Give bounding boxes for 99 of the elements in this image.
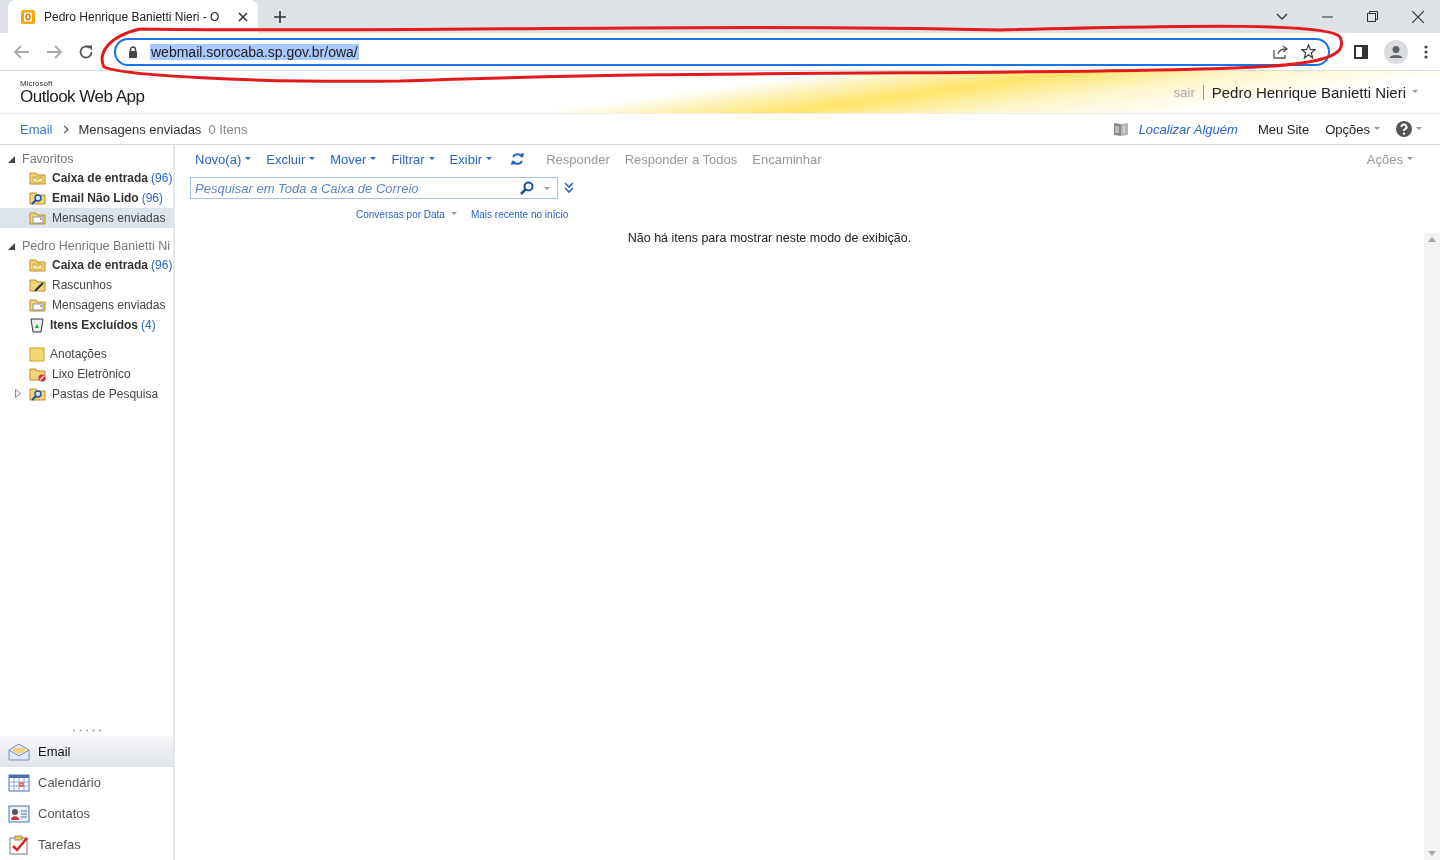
folder-item[interactable]: Email Não Lido (96) xyxy=(0,188,173,208)
caret-icon[interactable] xyxy=(450,212,457,216)
folder-item[interactable]: Mensagens enviadas xyxy=(0,208,173,228)
caret-icon[interactable] xyxy=(309,157,316,161)
toolbar-button[interactable]: Filtrar xyxy=(385,151,441,167)
folder-item[interactable]: Pastas de Pesquisa xyxy=(0,384,173,404)
expand-search-icon[interactable] xyxy=(564,182,574,194)
star-icon[interactable] xyxy=(1301,44,1316,59)
item-count: 0 Itens xyxy=(208,121,248,137)
task-clipboard-icon xyxy=(8,834,30,855)
module-tab[interactable]: Contatos xyxy=(0,798,173,829)
folder-icon xyxy=(29,386,47,402)
folder-name: Email Não Lido xyxy=(52,191,139,205)
folder-icon xyxy=(29,257,47,273)
folder-name: Mensagens enviadas xyxy=(52,298,166,312)
address-book-icon[interactable] xyxy=(1112,121,1129,137)
arrange-by-menu[interactable]: Conversas por Data xyxy=(356,208,457,220)
caret-icon[interactable] xyxy=(370,157,377,161)
tab-title: Pedro Henrique Banietti Nieri - O xyxy=(44,9,221,24)
search-field[interactable]: Pesquisar em Toda a Caixa de Correio xyxy=(190,177,558,199)
folder-name: Pastas de Pesquisa xyxy=(52,387,159,401)
unread-count: (96) xyxy=(151,258,173,272)
unread-count: (4) xyxy=(141,318,156,332)
search-icon[interactable] xyxy=(520,181,534,195)
folder-name: Anotações xyxy=(50,347,107,361)
caret-icon[interactable] xyxy=(428,157,435,161)
folder-item[interactable]: Caixa de entrada (96) xyxy=(0,168,173,188)
close-icon[interactable] xyxy=(238,11,248,22)
folder-name: Mensagens enviadas xyxy=(52,211,166,225)
toolbar-button[interactable]: Novo(a) xyxy=(189,151,258,167)
calendar-icon xyxy=(8,773,30,792)
folder-item[interactable]: Lixo Eletrônico xyxy=(0,364,173,384)
url-text: webmail.sorocaba.sp.gov.br/owa/ xyxy=(150,43,359,60)
current-folder: Mensagens enviadas xyxy=(78,121,202,137)
folder-item[interactable]: Mensagens enviadas xyxy=(0,295,173,315)
lock-icon xyxy=(128,45,138,58)
module-tab[interactable]: Email xyxy=(0,736,173,767)
my-site-link[interactable]: Meu Site xyxy=(1257,121,1310,137)
contact-card-icon xyxy=(8,804,30,823)
envelope-icon xyxy=(8,742,30,761)
folder-item[interactable]: Caixa de entrada (96) xyxy=(0,255,173,275)
folder-item[interactable]: Rascunhos xyxy=(0,275,173,295)
toolbar-button[interactable]: Exibir xyxy=(443,151,499,167)
expand-triangle-icon[interactable] xyxy=(15,389,21,398)
menu-icon[interactable] xyxy=(1424,44,1428,59)
profile-icon[interactable] xyxy=(1384,39,1408,64)
app-logo: Outlook Web App xyxy=(20,87,145,105)
folder-icon xyxy=(29,366,47,382)
caret-icon[interactable] xyxy=(486,157,493,161)
empty-list-message: Não há itens para mostrar neste modo de exibição. xyxy=(627,231,912,247)
close-window-icon[interactable] xyxy=(1412,10,1424,23)
module-tab[interactable]: Tarefas xyxy=(0,829,173,860)
folder-icon xyxy=(29,297,47,313)
side-panel-icon[interactable] xyxy=(1354,44,1368,59)
unread-count: (96) xyxy=(151,171,173,185)
folder-name: Lixo Eletrônico xyxy=(52,367,131,381)
toolbar-button[interactable]: Excluir xyxy=(260,151,322,167)
module-tab[interactable]: Calendário xyxy=(0,767,173,798)
folder-icon xyxy=(29,190,47,206)
minimize-icon[interactable] xyxy=(1322,15,1333,18)
options-menu[interactable]: Opções xyxy=(1325,121,1380,137)
breadcrumb-link[interactable]: Email xyxy=(20,121,53,137)
restore-icon[interactable] xyxy=(1367,11,1378,22)
folder-icon xyxy=(29,210,47,226)
help-icon[interactable] xyxy=(1396,121,1422,137)
new-tab-icon[interactable] xyxy=(274,10,286,23)
collapse-triangle-icon[interactable] xyxy=(8,242,15,250)
address-bar[interactable]: webmail.sorocaba.sp.gov.br/owa/ xyxy=(114,37,1330,66)
folder-name: Rascunhos xyxy=(52,278,113,292)
folder-item[interactable]: Itens Excluídos (4) xyxy=(0,315,173,335)
folder-group-header[interactable]: Favoritos xyxy=(22,152,74,166)
folder-icon xyxy=(29,277,47,293)
caret-icon[interactable] xyxy=(1374,127,1380,131)
folder-name: Caixa de entrada xyxy=(52,171,149,185)
folder-group-header[interactable]: Pedro Henrique Banietti Ni xyxy=(22,239,170,253)
caret-icon[interactable] xyxy=(1412,90,1418,94)
sort-order-link[interactable]: Mais recente no início xyxy=(470,208,569,220)
browser-tab[interactable]: Pedro Henrique Banietti Nieri - O xyxy=(8,0,258,33)
note-icon xyxy=(29,346,45,362)
toolbar-button[interactable]: Mover xyxy=(324,151,383,167)
folder-name: Caixa de entrada xyxy=(52,258,149,272)
refresh-icon[interactable] xyxy=(511,152,525,166)
find-someone-link[interactable]: Localizar Alguém xyxy=(1138,121,1238,137)
collapse-triangle-icon[interactable] xyxy=(8,155,15,163)
dropdown-icon[interactable] xyxy=(544,187,550,191)
share-icon[interactable] xyxy=(1273,44,1289,59)
chevron-icon xyxy=(62,124,69,134)
folder-name: Itens Excluídos xyxy=(50,318,139,332)
unread-count: (96) xyxy=(141,191,164,205)
trash-icon xyxy=(29,317,45,333)
outlook-icon xyxy=(20,8,36,25)
reload-icon[interactable] xyxy=(78,43,94,60)
resize-grip-icon[interactable] xyxy=(71,729,102,732)
folder-item[interactable]: Anotações xyxy=(0,344,173,364)
caret-icon[interactable] xyxy=(245,157,252,161)
user-menu[interactable]: Pedro Henrique Banietti Nieri xyxy=(1211,83,1406,101)
microsoft-label: Microsoft xyxy=(20,79,54,88)
folder-icon xyxy=(29,170,47,186)
tab-search-icon[interactable] xyxy=(1276,12,1288,21)
